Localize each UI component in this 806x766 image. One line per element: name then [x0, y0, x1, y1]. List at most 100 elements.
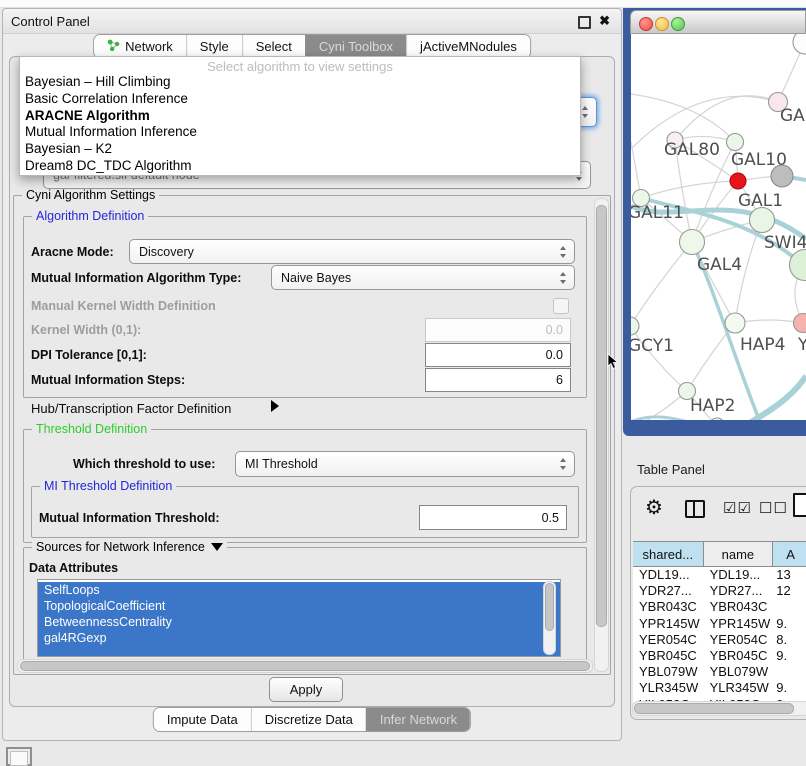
- tab-jactivemnodules[interactable]: jActiveMNodules: [406, 35, 530, 58]
- table-row[interactable]: YER054CYER054C8.: [633, 632, 806, 648]
- node-hap4[interactable]: [725, 313, 745, 333]
- algorithm-options: Bayesian – Hill ClimbingBasic Correlatio…: [20, 74, 580, 175]
- mi-type-label: Mutual Information Algorithm Type:: [31, 271, 241, 285]
- column-header-name[interactable]: name: [704, 542, 774, 566]
- tab-discretize-data[interactable]: Discretize Data: [251, 708, 366, 731]
- table-row[interactable]: YBR045CYBR045C9.: [633, 648, 806, 664]
- show-panel-button[interactable]: [6, 747, 32, 766]
- node-top-partial[interactable]: [793, 34, 806, 54]
- attribute-topologicalcoefficient[interactable]: TopologicalCoefficient: [38, 598, 560, 614]
- table-horizontal-scrollbar-thumb[interactable]: [634, 703, 794, 714]
- table-cell: [773, 599, 806, 615]
- mi-steps-field[interactable]: 6: [425, 368, 571, 392]
- node-gal1[interactable]: [730, 173, 746, 189]
- tab-impute-data[interactable]: Impute Data: [154, 708, 251, 731]
- deselect-all-checkboxes-icon[interactable]: ☐☐: [759, 499, 788, 517]
- table-cell: YBR043C: [704, 599, 774, 615]
- settings-vertical-scrollbar-thumb[interactable]: [596, 205, 607, 627]
- network-canvas[interactable]: GALGAL80GAL10GAL1GAL11SWI4GAL4GCY1HAP4YH…: [631, 34, 806, 420]
- node-gal10[interactable]: [727, 134, 744, 151]
- table-cell: YBL079W: [633, 664, 704, 680]
- table-cell: 13: [773, 567, 806, 583]
- attributes-scrollbar-thumb[interactable]: [545, 583, 554, 631]
- table-cell: YBR043C: [633, 599, 704, 615]
- attribute-selfloops[interactable]: SelfLoops: [38, 582, 560, 598]
- tab-label: Style: [200, 39, 229, 54]
- table-panel-title: Table Panel: [637, 462, 705, 477]
- collapse-arrow-icon[interactable]: [211, 543, 223, 551]
- node-salmon[interactable]: [794, 314, 806, 333]
- threshold-definition-title: Threshold Definition: [32, 422, 151, 436]
- algorithm-option-mutual-information-inference[interactable]: Mutual Information Inference: [20, 124, 580, 141]
- algorithm-option-dream8-dc-tdc-algorithm[interactable]: Dream8 DC_TDC Algorithm: [20, 158, 580, 175]
- tab-label: Select: [256, 39, 292, 54]
- expand-arrow-icon[interactable]: [271, 400, 279, 412]
- columns-icon[interactable]: [685, 500, 705, 518]
- minimize-window-icon[interactable]: [655, 17, 669, 31]
- mi-type-combobox[interactable]: Naive Bayes: [271, 265, 575, 290]
- close-window-icon[interactable]: [639, 17, 653, 31]
- hub-section-label[interactable]: Hub/Transcription Factor Definition: [31, 401, 231, 416]
- node-salmon-label: Y: [797, 335, 806, 355]
- table-row[interactable]: YPR145WYPR145W9.: [633, 616, 806, 632]
- column-header-a[interactable]: A: [773, 542, 806, 566]
- table-row[interactable]: YBL079WYBL079W: [633, 664, 806, 680]
- manual-kernel-checkbox[interactable]: [553, 298, 569, 314]
- aracne-mode-combobox[interactable]: Discovery: [129, 239, 575, 264]
- node-gal4[interactable]: [680, 230, 705, 255]
- node-gray[interactable]: [771, 165, 793, 187]
- table-cell: 12: [773, 583, 806, 599]
- table-cell: 8.: [773, 632, 806, 648]
- table-cell: YDR27...: [633, 583, 704, 599]
- network-edge[interactable]: [726, 376, 806, 420]
- tab-cyni-toolbox[interactable]: Cyni Toolbox: [305, 35, 406, 58]
- node-gcy1[interactable]: [631, 317, 639, 335]
- attribute-gal4rgexp[interactable]: gal4RGexp: [38, 630, 560, 646]
- column-header-shared[interactable]: shared...: [633, 542, 704, 566]
- mi-steps-label: Mutual Information Steps:: [31, 373, 185, 387]
- table-cell: YDL19...: [633, 567, 704, 583]
- tab-infer-network[interactable]: Infer Network: [366, 708, 470, 731]
- gear-icon[interactable]: ⚙: [645, 495, 663, 520]
- table-cell: YBL079W: [704, 664, 774, 680]
- algorithm-option-basic-correlation-inference[interactable]: Basic Correlation Inference: [20, 91, 580, 108]
- table-cell: YBR045C: [704, 648, 774, 664]
- node-bottom-partial[interactable]: [709, 418, 725, 420]
- kernel-width-field[interactable]: 0.0: [425, 318, 571, 342]
- float-window-icon[interactable]: [578, 16, 591, 29]
- table-row[interactable]: YDR27...YDR27...12: [633, 583, 806, 599]
- which-threshold-combobox[interactable]: MI Threshold: [235, 451, 575, 477]
- zoom-window-icon[interactable]: [671, 17, 685, 31]
- tab-style[interactable]: Style: [186, 35, 242, 58]
- network-edge[interactable]: [631, 242, 692, 326]
- tab-network[interactable]: Network: [94, 35, 186, 58]
- table-cell: YPR145W: [704, 616, 774, 632]
- algorithm-option-bayesian-k2[interactable]: Bayesian – K2: [20, 141, 580, 158]
- node-gal11-label: GAL11: [631, 203, 684, 223]
- mi-threshold-field[interactable]: 0.5: [419, 505, 567, 530]
- table-row[interactable]: YBR043CYBR043C: [633, 599, 806, 615]
- attribute-betweennesscentrality[interactable]: BetweennessCentrality: [38, 614, 560, 630]
- algorithm-placeholder: Select algorithm to view settings: [20, 59, 580, 74]
- table-cell: 9.: [773, 616, 806, 632]
- export-table-icon[interactable]: [793, 493, 806, 517]
- data-attributes-list[interactable]: SelfLoopsTopologicalCoefficientBetweenne…: [37, 579, 561, 657]
- network-window-titlebar[interactable]: [630, 10, 806, 34]
- algorithm-option-aracne-algorithm[interactable]: ARACNE Algorithm: [20, 108, 580, 125]
- apply-button[interactable]: Apply: [269, 677, 343, 702]
- network-edge[interactable]: [641, 181, 738, 198]
- dpi-tolerance-field[interactable]: 0.0: [425, 343, 571, 367]
- kernel-width-label: Kernel Width (0,1):: [31, 323, 141, 337]
- tab-select[interactable]: Select: [242, 35, 305, 58]
- tab-label: Cyni Toolbox: [319, 39, 393, 54]
- sources-title-row[interactable]: Sources for Network Inference: [32, 540, 227, 554]
- table-row[interactable]: YDL19...YDL19...13: [633, 567, 806, 583]
- table-row[interactable]: YLR345WYLR345W9.: [633, 680, 806, 696]
- settings-horizontal-scrollbar-thumb[interactable]: [20, 661, 590, 671]
- network-icon: [107, 39, 120, 55]
- control-panel-titlebar[interactable]: Control Panel ✖: [3, 9, 621, 34]
- node-swi4[interactable]: [750, 208, 775, 233]
- algorithm-option-bayesian-hill-climbing[interactable]: Bayesian – Hill Climbing: [20, 74, 580, 91]
- select-all-checkboxes-icon[interactable]: ☑☑: [723, 499, 752, 517]
- close-icon[interactable]: ✖: [599, 13, 610, 29]
